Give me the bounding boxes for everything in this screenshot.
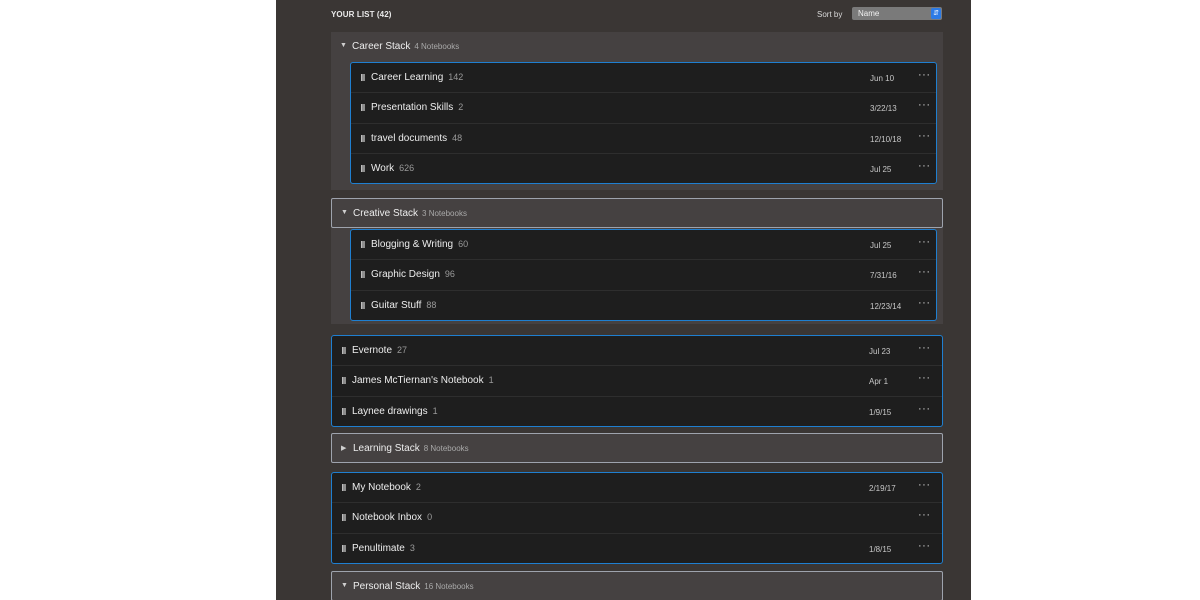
notebook-row[interactable]: Work 626 Jul 25 ··· [351,154,936,184]
notebook-icon [361,74,365,81]
notebook-group-creative: Blogging & Writing 60 Jul 25 ··· Graphic De… [350,229,937,321]
more-options-icon[interactable]: ··· [918,342,931,354]
notebook-date: Jul 23 [869,347,891,356]
notebook-list-panel: YOUR LIST (42) Sort by Name ⇵ ▼ Career S… [276,0,971,600]
chevron-down-icon[interactable]: ▼ [341,582,348,589]
stack-header-career[interactable]: ▼ Career Stack 4 Notebooks [331,32,943,62]
more-options-icon[interactable]: ··· [918,479,931,491]
up-down-chevron-icon: ⇵ [931,8,941,19]
more-options-icon[interactable]: ··· [918,160,931,172]
notebook-date: 7/31/16 [870,271,897,281]
more-options-icon[interactable]: ··· [918,297,931,309]
notebook-row[interactable]: Graphic Design 96 7/31/16 ··· [351,260,936,291]
notebook-icon [342,347,346,354]
notebook-row[interactable]: Notebook Inbox 0 ··· [332,503,942,534]
notebook-icon [361,241,365,248]
chevron-right-icon[interactable]: ▶ [341,444,346,452]
notebook-group-career: Career Learning 142 Jun 10 ··· Presentation… [350,62,937,184]
notebook-icon [342,484,346,491]
chevron-down-icon[interactable]: ▼ [341,209,348,216]
notebook-date: 1/8/15 [869,544,892,554]
notebook-row[interactable]: Laynee drawings 1 1/9/15 ··· [332,397,942,427]
notebook-icon [342,544,346,552]
sort-dropdown[interactable]: Name ⇵ [852,7,942,20]
notebook-row[interactable]: James McTiernan's Notebook 1 Apr 1 ··· [332,366,942,397]
more-options-icon[interactable]: ··· [918,540,931,552]
notebook-icon [342,407,346,415]
notebook-row[interactable]: Penultimate 3 1/8/15 ··· [332,534,942,564]
stack-count: 4 Notebooks [414,42,460,51]
stack-name: Career Stack 4 Notebooks [352,41,460,52]
notebook-row[interactable]: Career Learning 142 Jun 10 ··· [351,63,936,94]
notebook-group-loose-2: My Notebook 2 2/19/17 ··· Notebook Inbox 0 ··… [331,472,943,564]
more-options-icon[interactable]: ··· [918,99,931,111]
stack-header-personal[interactable]: ▼ Personal Stack 16 Notebooks [331,571,943,600]
notebook-row[interactable]: My Notebook 2 2/19/17 ··· [332,473,942,504]
more-options-icon[interactable]: ··· [918,69,931,81]
notebook-icon [361,165,365,173]
sort-value: Name [858,9,880,18]
notebook-row[interactable]: Blogging & Writing 60 Jul 25 ··· [351,230,936,261]
more-options-icon[interactable]: ··· [918,403,931,415]
notebook-date: Apr 1 [869,377,889,387]
sort-label: Sort by [817,10,843,19]
notebook-row[interactable]: travel documents 48 12/10/18 ··· [351,124,936,155]
chevron-down-icon[interactable]: ▼ [340,42,347,49]
list-title: YOUR LIST (42) [331,10,392,19]
notebook-icon [342,514,346,522]
more-options-icon[interactable]: ··· [918,372,931,384]
stack-name: Learning Stack 8 Notebooks [353,443,469,454]
notebook-row[interactable]: Evernote 27 Jul 23 ··· [332,336,942,367]
notebook-icon [361,134,365,142]
more-options-icon[interactable]: ··· [918,266,931,278]
notebook-row[interactable]: Guitar Stuff 88 12/23/14 ··· [351,291,936,321]
notebook-date: 12/23/14 [870,301,902,311]
notebook-date: 12/10/18 [870,134,902,144]
more-options-icon[interactable]: ··· [918,236,931,248]
notebook-icon [361,271,365,279]
notebook-icon [361,301,365,309]
stack-count: 16 Notebooks [424,582,474,591]
notebook-group-loose-1: Evernote 27 Jul 23 ··· James McTiernan's No… [331,335,943,427]
stack-header-learning[interactable]: ▶ Learning Stack 8 Notebooks [331,433,943,463]
list-header: YOUR LIST (42) Sort by Name ⇵ [331,6,943,24]
stack-header-creative[interactable]: ▼ Creative Stack 3 Notebooks [331,198,943,228]
more-options-icon[interactable]: ··· [918,509,931,521]
notebook-date: Jul 25 [870,241,892,250]
notebook-icon [361,104,365,112]
notebook-date: Jul 25 [870,165,892,175]
notebook-icon [342,377,346,385]
notebook-date: 3/22/13 [870,104,897,114]
more-options-icon[interactable]: ··· [918,130,931,142]
notebook-date: Jun 10 [870,74,895,83]
stack-count: 8 Notebooks [423,444,469,453]
notebook-date: 2/19/17 [869,484,896,493]
notebook-date: 1/9/15 [869,407,892,417]
stack-count: 3 Notebooks [422,209,467,218]
stack-name: Creative Stack 3 Notebooks [353,208,467,219]
stack-name: Personal Stack 16 Notebooks [353,581,474,592]
notebook-row[interactable]: Presentation Skills 2 3/22/13 ··· [351,93,936,124]
